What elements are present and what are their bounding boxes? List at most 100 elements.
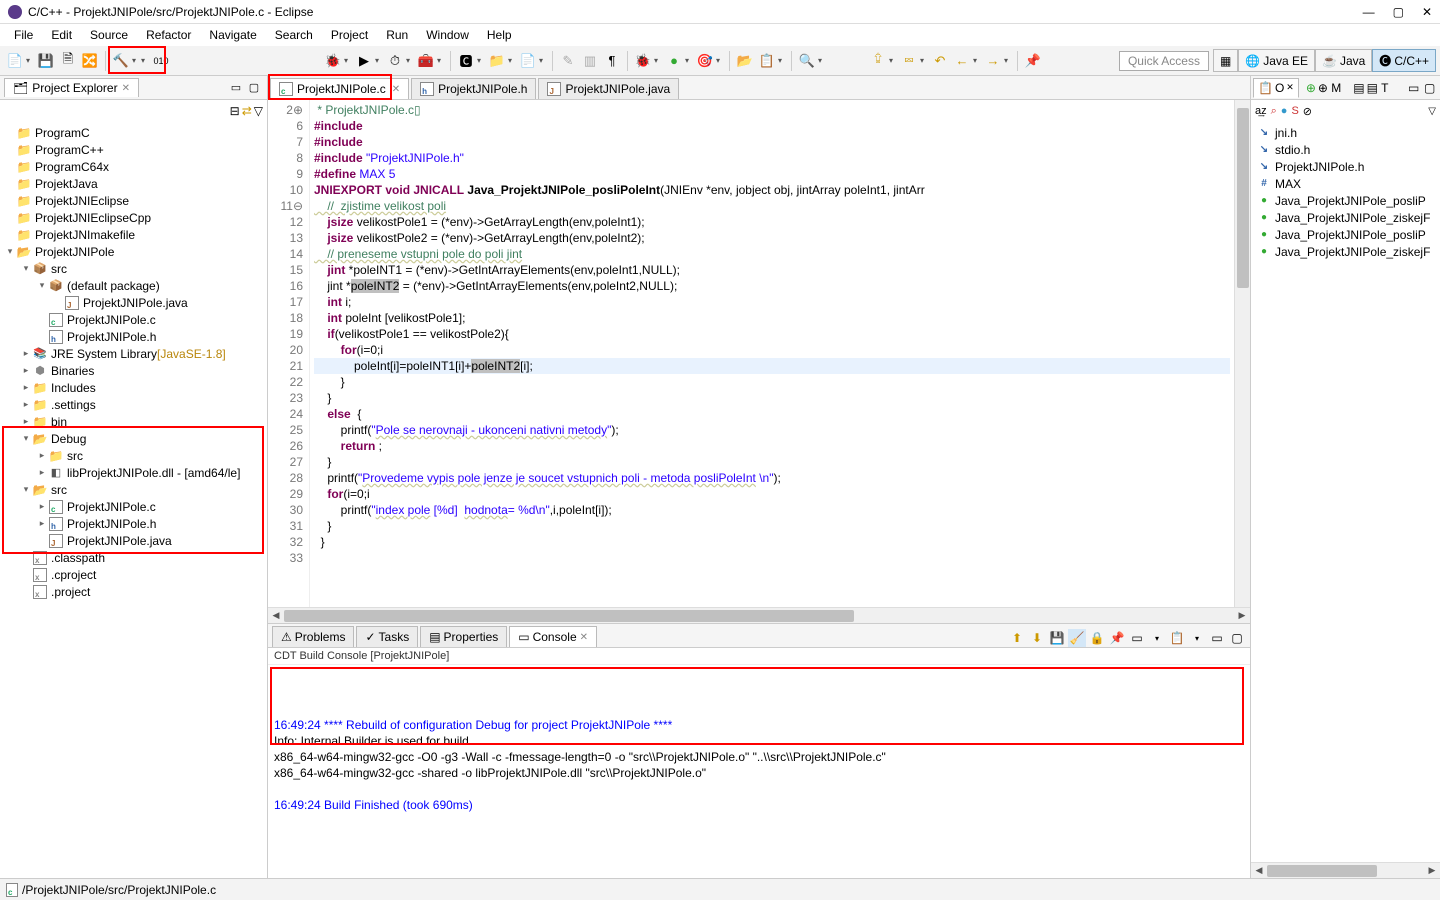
filter-icon[interactable]: ⌕ <box>1271 105 1277 118</box>
outline-body[interactable]: jni.hstdio.hProjektJNIPole.hMAXJava_Proj… <box>1251 122 1440 862</box>
twisty-icon[interactable]: ▾ <box>20 263 32 274</box>
bug-icon[interactable]: 🐞 <box>324 52 342 70</box>
twisty-icon[interactable]: ▾ <box>20 433 32 444</box>
dropdown-arrow-icon[interactable]: ▾ <box>508 56 515 65</box>
dropdown-arrow-icon[interactable]: ▾ <box>141 56 148 65</box>
prev-annotation-icon[interactable]: ⮸ <box>869 52 887 70</box>
menu-window[interactable]: Window <box>418 26 477 44</box>
dropdown-arrow-icon[interactable]: ▾ <box>344 56 351 65</box>
twisty-icon[interactable]: ▸ <box>20 416 32 427</box>
dropdown-arrow-icon[interactable]: ▾ <box>920 56 927 65</box>
close-icon[interactable]: ✕ <box>392 84 400 95</box>
save-all-icon[interactable]: 🗎 <box>59 52 77 70</box>
dropdown-arrow-icon[interactable]: ▾ <box>685 56 692 65</box>
scroll-left-icon[interactable]: ◀ <box>268 608 284 623</box>
hide-static-icon[interactable]: S <box>1291 105 1298 117</box>
tree-node[interactable]: ▸ProjektJNIPole.h <box>0 515 267 532</box>
twisty-icon[interactable]: ▸ <box>36 450 48 461</box>
new-class-icon[interactable]: 🅲 <box>457 52 475 70</box>
menu-search[interactable]: Search <box>267 26 321 44</box>
back-icon[interactable]: ← <box>953 52 971 70</box>
save-console-icon[interactable]: 💾 <box>1048 629 1066 647</box>
tree-node[interactable]: ▸.settings <box>0 396 267 413</box>
tree-node[interactable]: ▾src <box>0 260 267 277</box>
minimize-view-icon[interactable]: ▭ <box>1408 81 1422 95</box>
menu-project[interactable]: Project <box>323 26 376 44</box>
tree-node[interactable]: ProjektJNIPole.c <box>0 311 267 328</box>
twisty-icon[interactable]: ▸ <box>36 501 48 512</box>
tree-node[interactable]: ▾src <box>0 481 267 498</box>
tree-node[interactable]: ▸JRE System Library [JavaSE-1.8] <box>0 345 267 362</box>
dropdown-arrow-icon[interactable]: ▾ <box>26 56 33 65</box>
bottom-tab-problems[interactable]: ⚠Problems <box>272 626 354 647</box>
tree-node[interactable]: ProjektJNIEclipse <box>0 192 267 209</box>
outline-tab-t[interactable]: ▤▤ T <box>1348 78 1393 98</box>
editor-tab[interactable]: ProjektJNIPole.c✕ <box>270 78 409 99</box>
dropdown-arrow-icon[interactable]: ▾ <box>778 56 785 65</box>
scroll-thumb[interactable] <box>284 610 854 622</box>
dropdown-arrow-icon[interactable]: ▾ <box>654 56 661 65</box>
twisty-icon[interactable]: ▸ <box>20 399 32 410</box>
close-icon[interactable]: ✕ <box>1286 82 1294 93</box>
sort-icon[interactable]: a͢z <box>1255 105 1267 117</box>
run-icon[interactable]: ▶ <box>355 52 373 70</box>
bottom-tab-tasks[interactable]: ✓Tasks <box>356 626 418 647</box>
search-icon[interactable]: 🔍 <box>798 52 816 70</box>
menu-file[interactable]: File <box>6 26 41 44</box>
outline-item[interactable]: Java_ProjektJNIPole_ziskejF <box>1251 209 1440 226</box>
dropdown-arrow-icon[interactable]: ▾ <box>889 56 896 65</box>
tree-node[interactable]: ProgramC64x <box>0 158 267 175</box>
dropdown-arrow-icon[interactable]: ▾ <box>818 56 825 65</box>
perspective-grid[interactable]: ▦ <box>1213 49 1238 72</box>
tree-node[interactable]: .project <box>0 583 267 600</box>
run-target-icon[interactable]: ● <box>665 52 683 70</box>
pin-icon[interactable]: 📌 <box>1024 52 1042 70</box>
tree-node[interactable]: ProjektJNIEclipseCpp <box>0 209 267 226</box>
tree-node[interactable]: ProjektJNImakefile <box>0 226 267 243</box>
external-tools-icon[interactable]: 🧰 <box>417 52 435 70</box>
twisty-icon[interactable]: ▸ <box>20 382 32 393</box>
link-editor-icon[interactable]: ⇄ <box>242 104 252 118</box>
new-folder-icon[interactable]: 📁 <box>488 52 506 70</box>
dropdown-arrow-icon[interactable]: ▾ <box>716 56 723 65</box>
menu-run[interactable]: Run <box>378 26 416 44</box>
dropdown-arrow-icon[interactable]: ▾ <box>1148 629 1166 647</box>
tree-node[interactable]: ProjektJava <box>0 175 267 192</box>
next-icon[interactable]: ⬇ <box>1028 629 1046 647</box>
bottom-tab-console[interactable]: ▭Console✕ <box>509 626 597 647</box>
tree-node[interactable]: ▾ProjektJNIPole <box>0 243 267 260</box>
tree-node[interactable]: ProjektJNIPole.java <box>0 294 267 311</box>
next-annotation-icon[interactable]: ⮹ <box>900 52 918 70</box>
collapse-all-icon[interactable]: ⊟ <box>230 104 240 118</box>
tree-node[interactable]: ▸Binaries <box>0 362 267 379</box>
new-file-icon[interactable]: 📄 <box>519 52 537 70</box>
console-body[interactable]: 16:49:24 **** Rebuild of configuration D… <box>268 665 1250 878</box>
outline-item[interactable]: Java_ProjektJNIPole_ziskejF <box>1251 243 1440 260</box>
outline-item[interactable]: stdio.h <box>1251 141 1440 158</box>
editor-tab[interactable]: ProjektJNIPole.java <box>538 78 679 99</box>
open-task-icon[interactable]: 📋 <box>758 52 776 70</box>
twisty-icon[interactable]: ▾ <box>4 246 16 257</box>
outline-item[interactable]: MAX <box>1251 175 1440 192</box>
view-menu-icon[interactable]: ▽ <box>254 104 263 118</box>
scroll-lock-icon[interactable]: 🔒 <box>1088 629 1106 647</box>
close-button[interactable]: ✕ <box>1422 5 1432 19</box>
scroll-right-icon[interactable]: ▶ <box>1424 863 1440 878</box>
outline-hscroll[interactable]: ◀ ▶ <box>1251 862 1440 878</box>
clear-console-icon[interactable]: 🧹 <box>1068 629 1086 647</box>
perspective-C/C++[interactable]: 🅒C/C++ <box>1372 49 1436 72</box>
outline-item[interactable]: Java_ProjektJNIPole_posliP <box>1251 226 1440 243</box>
menu-help[interactable]: Help <box>479 26 520 44</box>
dropdown-arrow-icon[interactable]: ▾ <box>973 56 980 65</box>
show-whitespace-icon[interactable]: ¶ <box>603 52 621 70</box>
tree-node[interactable]: ▸Includes <box>0 379 267 396</box>
minimize-button[interactable]: — <box>1363 5 1375 19</box>
dropdown-arrow-icon[interactable]: ▾ <box>437 56 444 65</box>
tree-node[interactable]: ProgramC <box>0 124 267 141</box>
horizontal-scrollbar[interactable]: ◀ ▶ <box>268 607 1250 623</box>
tree-node[interactable]: ▸ProjektJNIPole.c <box>0 498 267 515</box>
tree-node[interactable]: .cproject <box>0 566 267 583</box>
maximize-view-icon[interactable]: ▢ <box>246 80 262 96</box>
twisty-icon[interactable]: ▾ <box>36 280 48 291</box>
toggle-mark-icon[interactable]: ✎ <box>559 52 577 70</box>
